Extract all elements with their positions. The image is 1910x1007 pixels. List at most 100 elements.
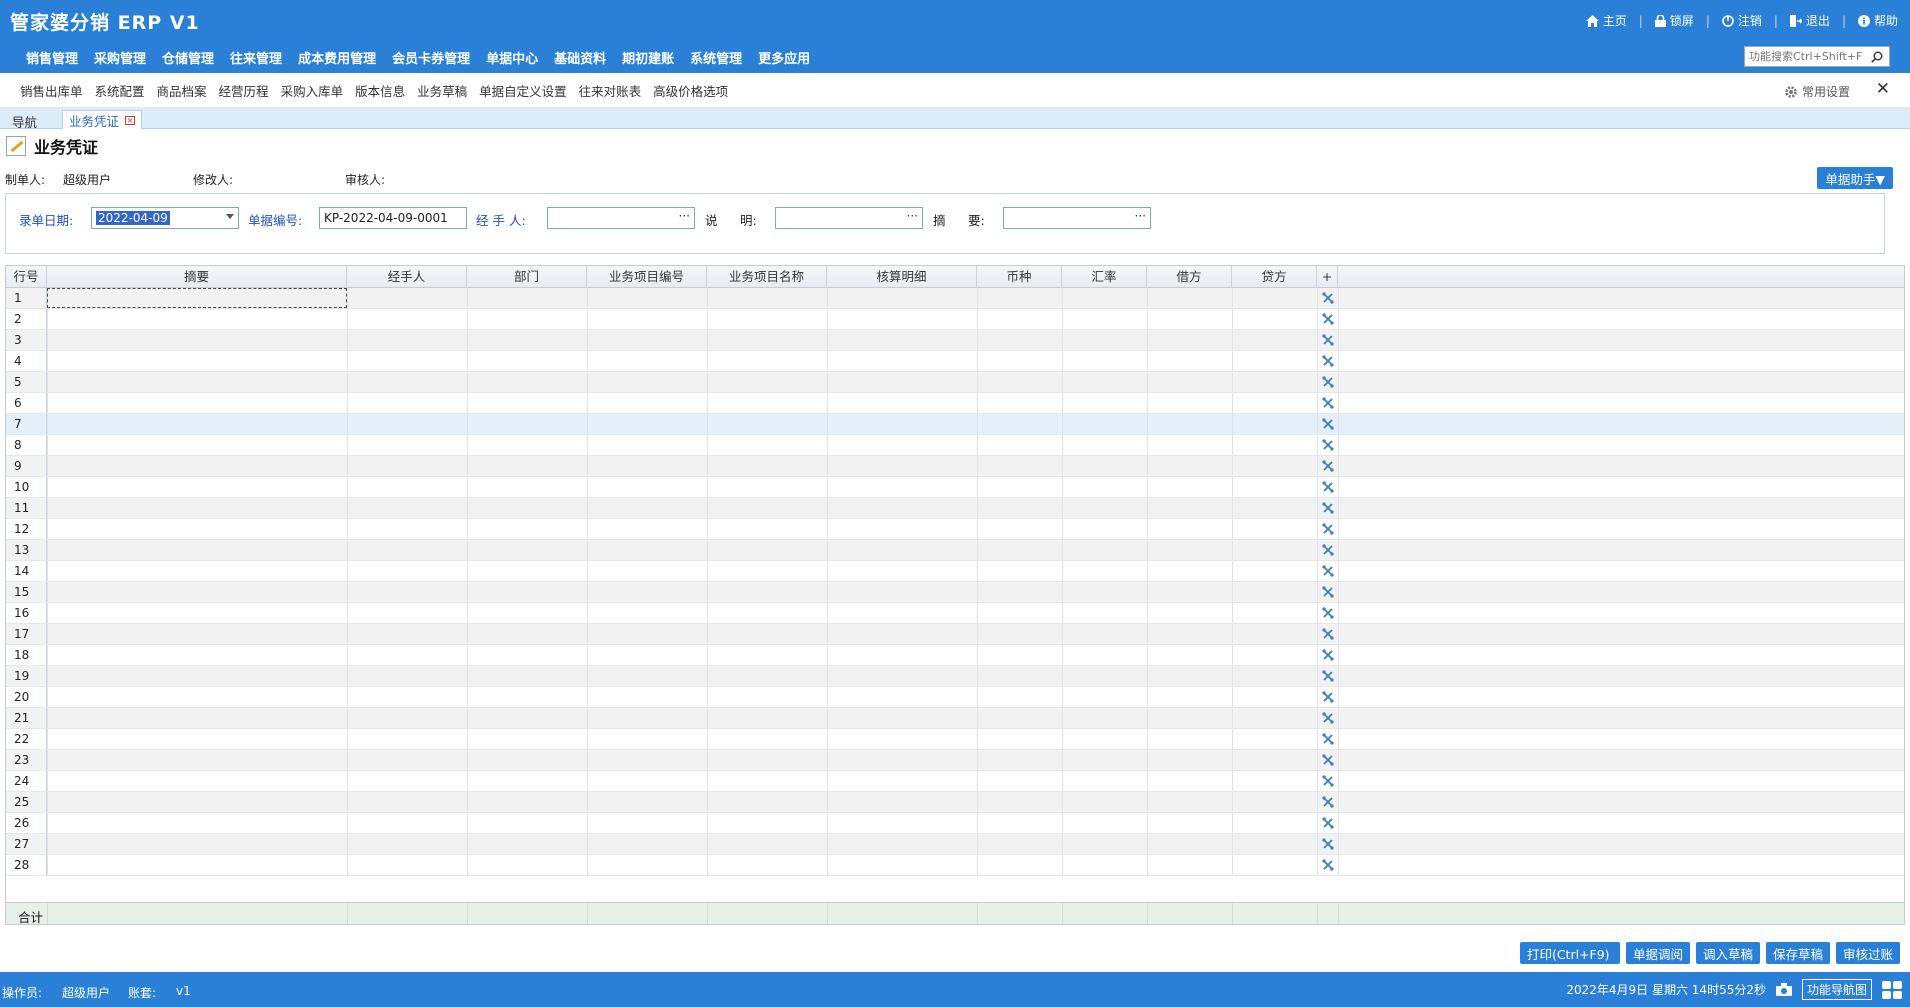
delete-row-icon[interactable] (1321, 858, 1335, 872)
delete-row-icon[interactable] (1321, 291, 1335, 305)
top-link-help[interactable]: 帮助 (1857, 12, 1898, 29)
table-row[interactable]: 20 (6, 687, 1904, 708)
menu-accounts[interactable]: 往来管理 (222, 48, 290, 67)
menu-more[interactable]: 更多应用 (750, 48, 818, 67)
quick-products[interactable]: 商品档案 (151, 81, 213, 100)
top-link-logout[interactable]: 注销 (1722, 12, 1762, 29)
menu-opening[interactable]: 期初建账 (614, 48, 682, 67)
delete-row-icon[interactable] (1321, 501, 1335, 515)
col-project-name[interactable]: 业务项目名称 (707, 266, 827, 288)
delete-row-icon[interactable] (1321, 396, 1335, 410)
active-cell[interactable] (47, 288, 347, 308)
delete-row-icon[interactable] (1321, 648, 1335, 662)
delete-row-icon[interactable] (1321, 417, 1335, 431)
menu-documents[interactable]: 单据中心 (478, 48, 546, 67)
table-row[interactable]: 10 (6, 477, 1904, 498)
quick-purchase-in[interactable]: 采购入库单 (275, 81, 350, 100)
table-row[interactable]: 24 (6, 771, 1904, 792)
delete-row-icon[interactable] (1321, 795, 1335, 809)
delete-row-icon[interactable] (1321, 627, 1335, 641)
table-row[interactable]: 7 (6, 414, 1904, 435)
audit-post-button[interactable]: 审核过账 (1835, 942, 1900, 964)
delete-row-icon[interactable] (1321, 606, 1335, 620)
col-debit[interactable]: 借方 (1147, 266, 1232, 288)
summary-field[interactable]: ··· (1003, 207, 1151, 229)
delete-row-icon[interactable] (1321, 564, 1335, 578)
delete-row-icon[interactable] (1321, 333, 1335, 347)
quick-sales-out[interactable]: 销售出库单 (14, 81, 89, 100)
camera-icon[interactable] (1775, 983, 1792, 996)
chevron-down-icon[interactable] (226, 214, 234, 219)
load-draft-button[interactable]: 调入草稿 (1695, 942, 1760, 964)
table-row[interactable]: 18 (6, 645, 1904, 666)
handler-field[interactable]: ··· (547, 207, 695, 229)
delete-row-icon[interactable] (1321, 837, 1335, 851)
description-field[interactable]: ··· (775, 207, 923, 229)
delete-row-icon[interactable] (1321, 753, 1335, 767)
quick-history[interactable]: 经营历程 (213, 81, 275, 100)
table-row[interactable]: 3 (6, 330, 1904, 351)
delete-row-icon[interactable] (1321, 711, 1335, 725)
table-row[interactable]: 15 (6, 582, 1904, 603)
table-row[interactable]: 11 (6, 498, 1904, 519)
table-row[interactable]: 16 (6, 603, 1904, 624)
table-row[interactable]: 25 (6, 792, 1904, 813)
table-row[interactable]: 14 (6, 561, 1904, 582)
delete-row-icon[interactable] (1321, 480, 1335, 494)
menu-cost[interactable]: 成本费用管理 (290, 48, 384, 67)
tab-business-voucher[interactable]: 业务凭证 × (62, 110, 143, 129)
delete-row-icon[interactable] (1321, 459, 1335, 473)
top-link-exit[interactable]: 退出 (1789, 12, 1830, 29)
delete-row-icon[interactable] (1321, 312, 1335, 326)
table-row[interactable]: 1 (6, 288, 1904, 309)
delete-row-icon[interactable] (1321, 354, 1335, 368)
close-icon[interactable]: ✕ (1876, 79, 1890, 99)
table-row[interactable]: 27 (6, 834, 1904, 855)
print-button[interactable]: 打印(Ctrl+F9) (1519, 942, 1620, 964)
col-accounting-detail[interactable]: 核算明细 (827, 266, 977, 288)
save-draft-button[interactable]: 保存草稿 (1765, 942, 1830, 964)
delete-row-icon[interactable] (1321, 522, 1335, 536)
col-exchange-rate[interactable]: 汇率 (1062, 266, 1147, 288)
quick-price-options[interactable]: 高级价格选项 (647, 81, 734, 100)
table-row[interactable]: 9 (6, 456, 1904, 477)
top-link-lock[interactable]: 锁屏 (1654, 12, 1694, 29)
delete-row-icon[interactable] (1321, 585, 1335, 599)
delete-row-icon[interactable] (1321, 543, 1335, 557)
date-select[interactable]: 2022-04-09 (91, 207, 239, 229)
table-row[interactable]: 17 (6, 624, 1904, 645)
ellipsis-icon[interactable]: ··· (1135, 209, 1146, 223)
col-department[interactable]: 部门 (467, 266, 587, 288)
delete-row-icon[interactable] (1321, 816, 1335, 830)
menu-system[interactable]: 系统管理 (682, 48, 750, 67)
add-column-button[interactable]: + (1317, 266, 1338, 288)
col-credit[interactable]: 贷方 (1232, 266, 1317, 288)
document-helper-button[interactable]: 单据助手▼ (1817, 167, 1893, 189)
quick-reconciliation[interactable]: 往来对账表 (573, 81, 648, 100)
table-row[interactable]: 5 (6, 372, 1904, 393)
delete-row-icon[interactable] (1321, 774, 1335, 788)
delete-row-icon[interactable] (1321, 438, 1335, 452)
search-input[interactable] (1745, 47, 1867, 66)
function-nav-button[interactable]: 功能导航图 (1801, 979, 1872, 1000)
table-row[interactable]: 28 (6, 855, 1904, 876)
table-row[interactable]: 4 (6, 351, 1904, 372)
quick-drafts[interactable]: 业务草稿 (411, 81, 473, 100)
view-documents-button[interactable]: 单据调阅 (1625, 942, 1690, 964)
menu-basic[interactable]: 基础资料 (546, 48, 614, 67)
col-handler[interactable]: 经手人 (347, 266, 467, 288)
menu-sales[interactable]: 销售管理 (18, 48, 86, 67)
ellipsis-icon[interactable]: ··· (907, 209, 918, 223)
quick-system-config[interactable]: 系统配置 (89, 81, 151, 100)
table-row[interactable]: 6 (6, 393, 1904, 414)
table-row[interactable]: 23 (6, 750, 1904, 771)
table-row[interactable]: 21 (6, 708, 1904, 729)
col-currency[interactable]: 币种 (977, 266, 1062, 288)
menu-warehouse[interactable]: 仓储管理 (154, 48, 222, 67)
search-icon[interactable] (1867, 47, 1887, 66)
col-project-code[interactable]: 业务项目编号 (587, 266, 707, 288)
table-row[interactable]: 22 (6, 729, 1904, 750)
number-field[interactable]: KP-2022-04-09-0001 (319, 207, 467, 229)
top-link-home[interactable]: 主页 (1585, 12, 1627, 29)
menu-purchase[interactable]: 采购管理 (86, 48, 154, 67)
